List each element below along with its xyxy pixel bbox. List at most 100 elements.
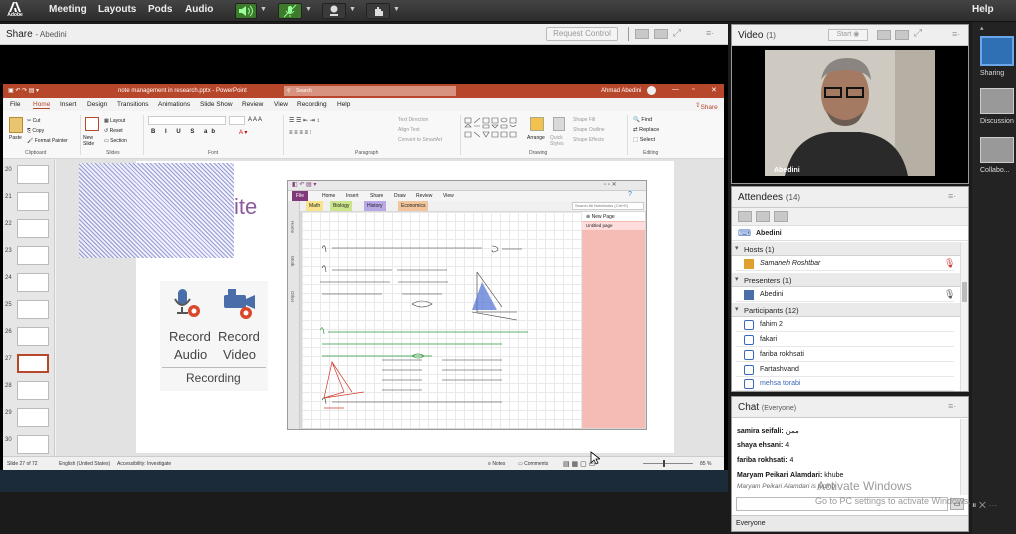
- section-math[interactable]: Math: [306, 201, 324, 211]
- tab-slide-show[interactable]: Slide Show: [200, 101, 233, 108]
- convert-smartart-button[interactable]: Convert to SmartArt: [398, 137, 442, 143]
- shape-effects-button[interactable]: Shape Effects: [573, 137, 604, 143]
- slide-thumbnail[interactable]: [17, 246, 49, 265]
- fullscreen-icon[interactable]: ⤢: [914, 28, 922, 39]
- notes-button[interactable]: ≡ Notes: [488, 461, 505, 467]
- participant-row[interactable]: fahim 2: [736, 318, 954, 332]
- raise-hand-button[interactable]: [366, 3, 390, 19]
- participants-section[interactable]: Participants (12): [732, 303, 960, 317]
- bullets-icon[interactable]: ☰ ☰ ⇤ ⇥ ↕: [289, 117, 319, 124]
- onenote-tab-view[interactable]: View: [443, 193, 454, 199]
- shape-outline-button[interactable]: Shape Outline: [573, 127, 605, 133]
- text-direction-button[interactable]: Text Direction: [398, 117, 428, 123]
- onenote-tab-file[interactable]: File: [292, 191, 308, 201]
- chat-scrollbar[interactable]: [960, 419, 968, 495]
- participant-row[interactable]: Fartashvand: [736, 363, 954, 377]
- tab-insert[interactable]: Insert: [60, 101, 76, 108]
- section-history[interactable]: History: [364, 201, 386, 211]
- chat-recipient-select[interactable]: Everyone: [736, 520, 766, 527]
- new-slide-icon[interactable]: [85, 117, 99, 131]
- arrange-icon[interactable]: [530, 117, 544, 131]
- maximize-icon[interactable]: ▫: [692, 86, 694, 93]
- window-controls[interactable]: ▫ ▫ ✕: [604, 181, 617, 188]
- hosts-section[interactable]: Hosts (1): [732, 242, 960, 256]
- tab-recording[interactable]: Recording: [297, 101, 327, 108]
- onenote-tab-share[interactable]: Share: [370, 193, 383, 199]
- tab-file[interactable]: File: [10, 101, 20, 108]
- accessibility-status[interactable]: Accessibility: Investigate: [117, 461, 171, 467]
- layout-grid-icon[interactable]: [877, 30, 891, 40]
- shapes-gallery[interactable]: [463, 116, 523, 146]
- font-family-select[interactable]: [148, 116, 226, 125]
- help-icon[interactable]: ?: [628, 191, 632, 198]
- slide-thumbnail[interactable]: [17, 273, 49, 292]
- participant-row[interactable]: fariba rokhsati: [736, 348, 954, 362]
- chevron-down-icon[interactable]: ▼: [393, 6, 400, 13]
- minimize-icon[interactable]: —: [672, 86, 679, 93]
- section-economics[interactable]: Economics: [398, 201, 429, 211]
- avatar[interactable]: [647, 86, 656, 95]
- find-button[interactable]: 🔍 Find: [633, 117, 652, 123]
- onenote-tab-insert[interactable]: Insert: [346, 193, 359, 199]
- notebook-work[interactable]: Work: [290, 256, 295, 266]
- participant-row[interactable]: fakari: [736, 333, 954, 347]
- shape-fill-button[interactable]: Shape Fill: [573, 117, 595, 123]
- cut-button[interactable]: ✂ Cut: [27, 118, 40, 124]
- slide-thumbnail[interactable]: [17, 327, 49, 346]
- layout-sharing-thumb[interactable]: [980, 36, 1014, 66]
- status-view-icon[interactable]: [774, 211, 788, 222]
- section-biology[interactable]: Biology: [330, 201, 353, 211]
- close-icon[interactable]: ✕: [711, 86, 717, 94]
- ppt-share-button[interactable]: ⇪ Share: [695, 101, 718, 111]
- layout-discussion-thumb[interactable]: [980, 88, 1014, 114]
- font-size-buttons[interactable]: A A A: [248, 117, 262, 123]
- onenote-tab-home[interactable]: Home: [322, 193, 335, 199]
- align-text-button[interactable]: Align Text: [398, 127, 420, 133]
- pod-options-icon[interactable]: ≡·: [948, 191, 956, 201]
- comments-button[interactable]: ▭ Comments: [518, 461, 548, 467]
- paste-icon[interactable]: [9, 117, 23, 133]
- grid-view-icon[interactable]: [756, 211, 770, 222]
- host-row[interactable]: Samaneh Roshtbar 🎙: [736, 257, 955, 271]
- copy-button[interactable]: ⎘ Copy: [27, 128, 44, 134]
- onenote-tab-draw[interactable]: Draw: [394, 193, 406, 199]
- align-icons[interactable]: ≡ ≡ ≡ ≡ ⫶: [289, 130, 311, 137]
- zoom-level[interactable]: 85 %: [700, 461, 711, 467]
- slide-thumbnail[interactable]: [17, 219, 49, 238]
- tab-help[interactable]: Help: [337, 101, 350, 108]
- chevron-down-icon[interactable]: ▼: [260, 6, 267, 13]
- save-icon[interactable]: ▣ ↶ ↷ ▤ ▾: [8, 87, 39, 94]
- menu-meeting[interactable]: Meeting: [49, 4, 87, 15]
- attendees-scrollbar[interactable]: [960, 242, 968, 391]
- tab-home[interactable]: Home: [33, 101, 51, 109]
- pod-options-icon[interactable]: ≡·: [948, 401, 956, 411]
- font-size-select[interactable]: [229, 116, 245, 125]
- view-fit-icon[interactable]: [654, 29, 668, 39]
- list-view-icon[interactable]: [738, 211, 752, 222]
- layout-speaker-icon[interactable]: [895, 30, 909, 40]
- tab-review[interactable]: Review: [242, 101, 263, 108]
- new-page-button[interactable]: ⊕ New Page: [582, 212, 645, 221]
- start-video-button[interactable]: Start ◉: [828, 29, 868, 41]
- replace-button[interactable]: ⇄ Replace: [633, 127, 659, 133]
- notebook-other[interactable]: Other: [290, 291, 295, 302]
- slide-thumbnail[interactable]: [17, 354, 49, 373]
- reset-button[interactable]: ↺ Reset: [104, 128, 123, 134]
- notebook-home[interactable]: Home: [290, 221, 295, 233]
- fullscreen-icon[interactable]: ⤢: [673, 28, 685, 40]
- participant-row[interactable]: mehsa torabi: [736, 377, 954, 391]
- chevron-down-icon[interactable]: ▼: [305, 6, 312, 13]
- quick-styles-icon[interactable]: [553, 117, 565, 131]
- tab-animations[interactable]: Animations: [158, 101, 190, 108]
- chevron-down-icon[interactable]: ▼: [349, 6, 356, 13]
- menu-pods[interactable]: Pods: [148, 4, 172, 15]
- system-tray-icons[interactable]: ⏸ ✕ ⋯: [972, 500, 1016, 520]
- untitled-page-item[interactable]: Untitled page: [582, 222, 645, 230]
- font-format-buttons[interactable]: B I U S ab: [151, 129, 219, 135]
- menu-audio[interactable]: Audio: [185, 4, 213, 15]
- slide-thumbnail[interactable]: [17, 408, 49, 427]
- layout-button[interactable]: ▦ Layout: [104, 118, 125, 124]
- select-button[interactable]: ⬚ Select: [633, 137, 655, 143]
- language-status[interactable]: English (United States): [59, 461, 110, 467]
- collapse-icon[interactable]: ▴: [980, 24, 984, 32]
